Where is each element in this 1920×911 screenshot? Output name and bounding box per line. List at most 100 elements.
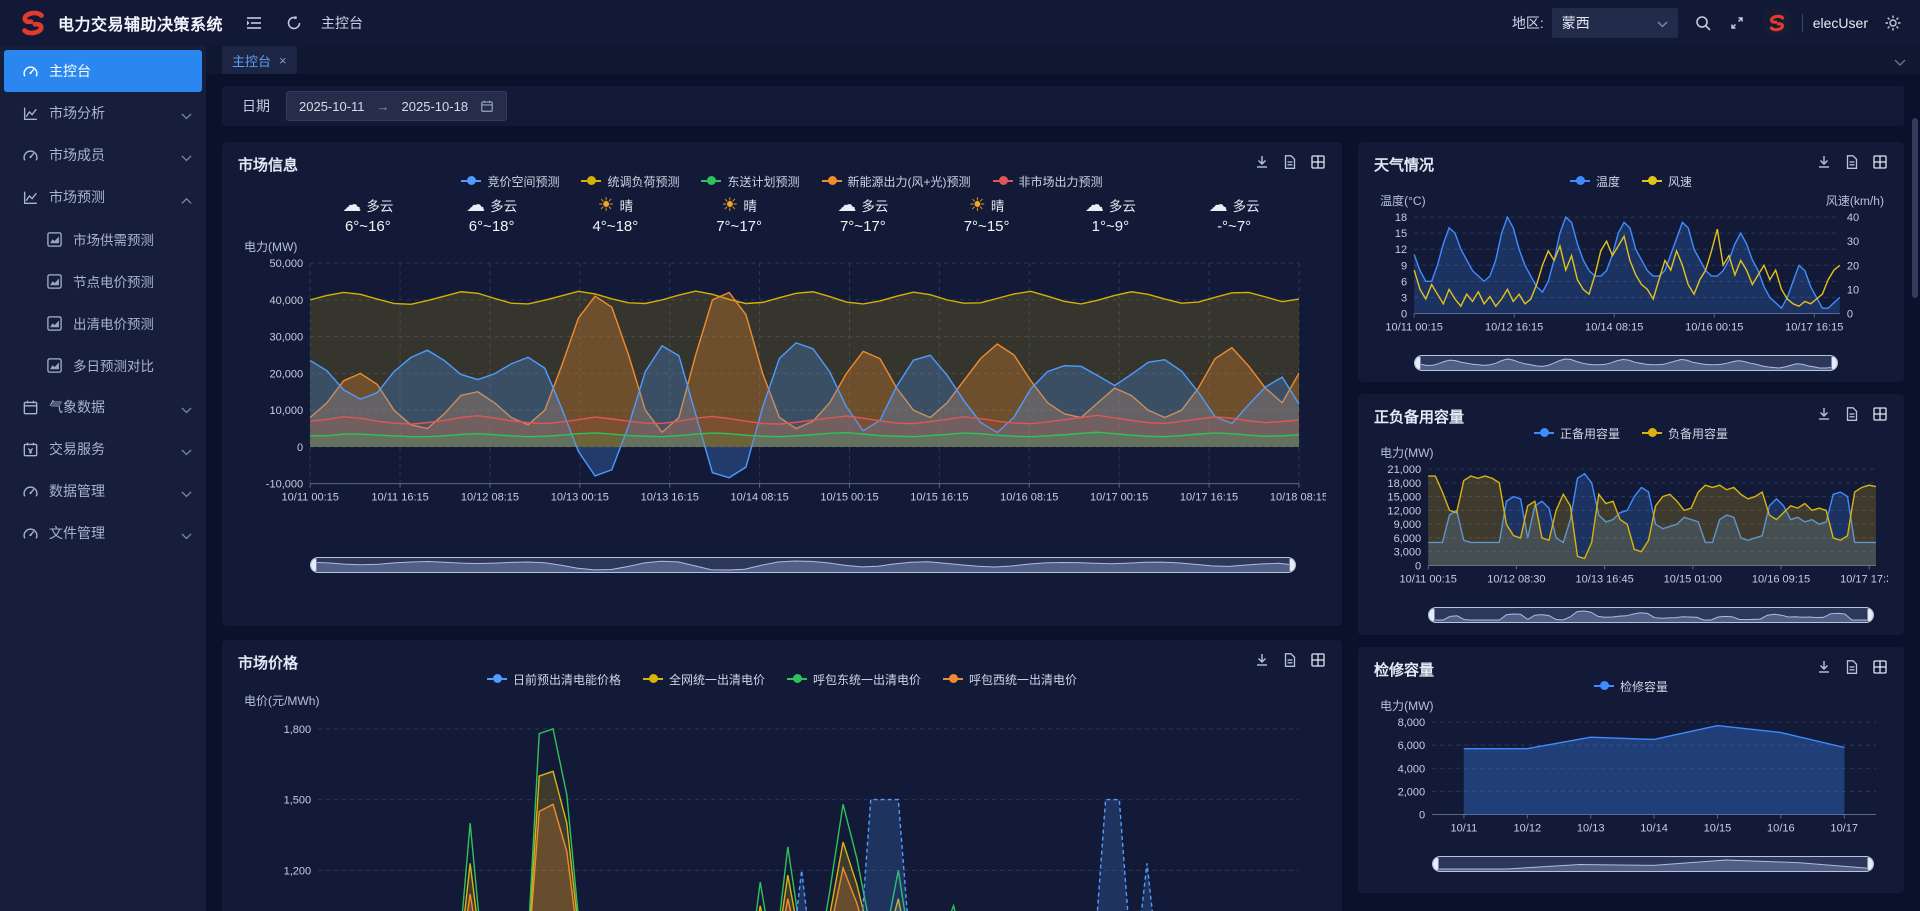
weather-forecast-row: ☁多云6°~16°☁多云6°~18°☀晴4°~18°☀晴7°~17°☁多云7°~… bbox=[306, 195, 1296, 235]
chevron-down-icon bbox=[181, 444, 192, 455]
refresh-icon[interactable] bbox=[285, 14, 303, 32]
sidebar-subitem[interactable]: 节点电价预测 bbox=[0, 260, 206, 302]
cloud-icon: ☁ bbox=[1209, 196, 1228, 215]
page-scrollbar[interactable] bbox=[1912, 118, 1918, 298]
reserve-capacity-chart[interactable]: 21,00018,00015,00012,0009,0006,0003,0000… bbox=[1374, 443, 1888, 603]
datazoom-handle-left[interactable] bbox=[1428, 608, 1435, 622]
search-icon[interactable] bbox=[1694, 14, 1712, 32]
date-range-picker[interactable]: 2025-10-11 → 2025-10-18 bbox=[286, 91, 507, 121]
market-price-chart[interactable]: 1,8001,5001,200900电价(元/MWh) bbox=[238, 689, 1326, 911]
svg-text:10/11 00:15: 10/11 00:15 bbox=[1399, 574, 1456, 586]
svg-text:4,000: 4,000 bbox=[1398, 763, 1426, 775]
weather-label: 多云 bbox=[490, 195, 517, 215]
download-icon[interactable] bbox=[1254, 154, 1270, 170]
legend-item[interactable]: 温度 bbox=[1570, 173, 1620, 190]
legend-item[interactable]: 竞价空间预测 bbox=[461, 173, 559, 190]
document-icon[interactable] bbox=[1844, 406, 1860, 422]
sidebar-item[interactable]: 文件管理 bbox=[0, 512, 206, 554]
legend-marker-icon bbox=[993, 177, 1013, 185]
excel-export-icon[interactable] bbox=[1872, 154, 1888, 170]
document-icon[interactable] bbox=[1844, 659, 1860, 675]
weather-label: 晴 bbox=[743, 195, 757, 215]
collapse-menu-icon[interactable] bbox=[245, 14, 263, 32]
datazoom-slider[interactable] bbox=[1432, 856, 1874, 872]
datazoom-handle-right[interactable] bbox=[1867, 608, 1874, 622]
download-icon[interactable] bbox=[1816, 659, 1832, 675]
weather-label: 多云 bbox=[1109, 195, 1136, 215]
download-icon[interactable] bbox=[1816, 406, 1832, 422]
market-info-chart[interactable]: 50,00040,00030,00020,00010,0000-10,00010… bbox=[238, 235, 1326, 553]
datazoom-handle-right[interactable] bbox=[1289, 558, 1296, 572]
document-icon[interactable] bbox=[1844, 154, 1860, 170]
sidebar-item[interactable]: 市场分析 bbox=[0, 92, 206, 134]
chevron-down-icon[interactable] bbox=[1894, 54, 1906, 66]
sidebar-item[interactable]: 数据管理 bbox=[0, 470, 206, 512]
document-icon[interactable] bbox=[1282, 652, 1298, 668]
datazoom-handle-left[interactable] bbox=[1432, 857, 1439, 871]
maintenance-capacity-chart[interactable]: 8,0006,0004,0002,000010/1110/1210/1310/1… bbox=[1374, 696, 1888, 852]
svg-text:10/15 16:15: 10/15 16:15 bbox=[910, 492, 968, 504]
document-icon[interactable] bbox=[1282, 154, 1298, 170]
legend-item[interactable]: 呼包西统一出清电价 bbox=[943, 671, 1077, 688]
sidebar-item[interactable]: 气象数据 bbox=[0, 386, 206, 428]
legend-item[interactable]: 负备用容量 bbox=[1642, 425, 1728, 442]
legend-label: 东送计划预测 bbox=[727, 173, 799, 190]
sidebar-subitem[interactable]: 市场供需预测 bbox=[0, 218, 206, 260]
datazoom-slider[interactable] bbox=[1428, 607, 1874, 623]
datazoom-handle-right[interactable] bbox=[1867, 857, 1874, 871]
user-avatar[interactable] bbox=[1762, 8, 1792, 38]
username: elecUser bbox=[1813, 15, 1868, 31]
sidebar-item[interactable]: 市场成员 bbox=[0, 134, 206, 176]
sidebar-item-label: 市场预测 bbox=[49, 187, 105, 207]
sidebar-item[interactable]: 交易服务 bbox=[0, 428, 206, 470]
legend-item[interactable]: 检修容量 bbox=[1594, 678, 1668, 695]
weather-cell: ☀晴7°~17° bbox=[677, 195, 801, 235]
close-icon[interactable]: × bbox=[279, 53, 287, 68]
weather-panel: 天气情况 温度风速 181512963040302010010/11 00:15… bbox=[1358, 142, 1904, 382]
svg-text:40: 40 bbox=[1847, 212, 1859, 224]
legend-item[interactable]: 非市场出力预测 bbox=[993, 173, 1103, 190]
breadcrumb[interactable]: 主控台 bbox=[321, 13, 363, 33]
sidebar-subitem[interactable]: 多日预测对比 bbox=[0, 344, 206, 386]
legend-label: 统调负荷预测 bbox=[607, 173, 679, 190]
datazoom-handle-left[interactable] bbox=[310, 558, 317, 572]
legend-item[interactable]: 风速 bbox=[1642, 173, 1692, 190]
sidebar-subitem[interactable]: 出清电价预测 bbox=[0, 302, 206, 344]
excel-export-icon[interactable] bbox=[1310, 154, 1326, 170]
tab-dashboard[interactable]: 主控台 × bbox=[222, 46, 297, 74]
datazoom-handle-left[interactable] bbox=[1414, 356, 1421, 370]
legend-item[interactable]: 日前预出清电能价格 bbox=[487, 671, 621, 688]
legend-marker-icon bbox=[1534, 429, 1554, 437]
fullscreen-icon[interactable] bbox=[1728, 14, 1746, 32]
svg-text:6,000: 6,000 bbox=[1398, 740, 1426, 752]
gauge-icon bbox=[22, 525, 39, 542]
tab-bar: 主控台 × bbox=[206, 46, 1920, 74]
sidebar-item[interactable]: 主控台 bbox=[4, 50, 202, 92]
chevron-down-icon bbox=[181, 486, 192, 497]
sidebar-item[interactable]: 市场预测 bbox=[0, 176, 206, 218]
legend-marker-icon bbox=[1570, 177, 1590, 185]
legend-item[interactable]: 全网统一出清电价 bbox=[643, 671, 765, 688]
weather-chart[interactable]: 181512963040302010010/11 00:1510/12 16:1… bbox=[1374, 191, 1888, 351]
datazoom-slider[interactable] bbox=[310, 557, 1296, 573]
region-select[interactable]: 蒙西 bbox=[1552, 8, 1678, 38]
datazoom-handle-right[interactable] bbox=[1831, 356, 1838, 370]
svg-text:10/17 17:30: 10/17 17:30 bbox=[1840, 574, 1888, 586]
legend-item[interactable]: 呼包东统一出清电价 bbox=[787, 671, 921, 688]
svg-text:电价(元/MWh): 电价(元/MWh) bbox=[244, 694, 319, 708]
legend-item[interactable]: 新能源出力(风+光)预测 bbox=[822, 173, 971, 190]
excel-export-icon[interactable] bbox=[1872, 659, 1888, 675]
svg-text:10/16 09:15: 10/16 09:15 bbox=[1752, 574, 1810, 586]
legend-label: 温度 bbox=[1596, 173, 1620, 190]
legend-item[interactable]: 统调负荷预测 bbox=[581, 173, 679, 190]
svg-text:15,000: 15,000 bbox=[1387, 492, 1421, 504]
excel-export-icon[interactable] bbox=[1872, 406, 1888, 422]
download-icon[interactable] bbox=[1254, 652, 1270, 668]
svg-text:10/12 16:15: 10/12 16:15 bbox=[1485, 322, 1543, 334]
gear-icon[interactable] bbox=[1884, 14, 1902, 32]
excel-export-icon[interactable] bbox=[1310, 652, 1326, 668]
datazoom-slider[interactable] bbox=[1414, 355, 1838, 371]
download-icon[interactable] bbox=[1816, 154, 1832, 170]
legend-item[interactable]: 东送计划预测 bbox=[701, 173, 799, 190]
legend-item[interactable]: 正备用容量 bbox=[1534, 425, 1620, 442]
